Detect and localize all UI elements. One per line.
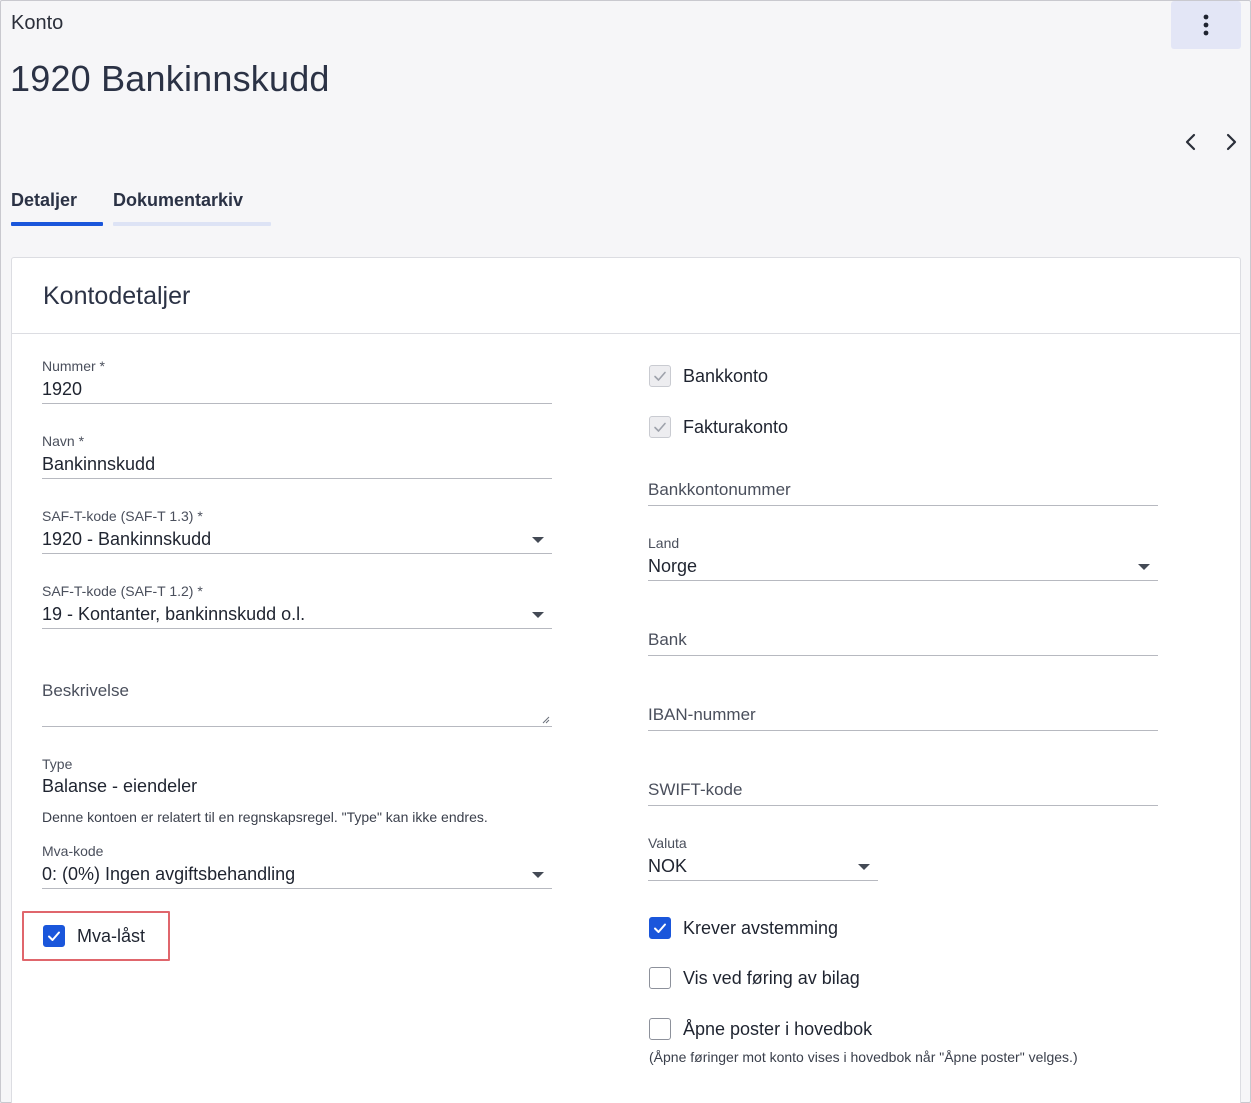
beskrivelse-placeholder: Beskrivelse [42,681,129,700]
mva-kode-value[interactable]: 0: (0%) Ingen avgiftsbehandling [42,864,295,885]
mva-last-checkbox[interactable]: Mva-låst [43,925,145,947]
card-title: Kontodetaljer [43,282,191,310]
kebab-vertical-icon [1203,14,1209,36]
check-icon [654,923,666,933]
bankkonto-label[interactable]: Bankkonto [683,366,768,387]
previous-button[interactable] [1179,130,1203,154]
apne-poster-note: (Åpne føringer mot konto vises i hovedbo… [649,1049,1078,1065]
navn-field[interactable]: Navn * Bankinnskudd [42,430,552,479]
krever-avstemming-label[interactable]: Krever avstemming [683,918,838,939]
mva-kode-label: Mva-kode [42,843,104,859]
checkbox-box[interactable] [649,416,671,438]
apne-poster-checkbox[interactable]: Åpne poster i hovedbok [649,1018,872,1040]
caret-down-icon[interactable] [532,612,544,618]
valuta-select[interactable]: Valuta NOK [648,832,878,881]
checkbox-box[interactable] [43,925,65,947]
chevron-right-icon [1226,133,1237,151]
check-icon [48,931,60,941]
mva-last-label[interactable]: Mva-låst [77,926,145,947]
bankkontonummer-field[interactable]: Bankkontonummer [648,476,1158,506]
caret-down-icon[interactable] [532,537,544,543]
valuta-label: Valuta [648,835,687,851]
navn-value[interactable]: Bankinnskudd [42,454,155,475]
resize-handle-icon[interactable] [542,716,550,724]
tab-detaljer[interactable]: Detaljer [11,190,77,211]
iban-placeholder: IBAN-nummer [648,705,756,724]
type-value: Balanse - eiendeler [42,776,198,796]
nummer-field[interactable]: Nummer * 1920 [42,355,552,404]
checkbox-box[interactable] [649,1018,671,1040]
check-icon [654,422,666,432]
krever-avstemming-checkbox[interactable]: Krever avstemming [649,917,838,939]
valuta-value[interactable]: NOK [648,856,687,877]
checkbox-box[interactable] [649,967,671,989]
caret-down-icon[interactable] [858,864,870,870]
fakturakonto-checkbox[interactable]: Fakturakonto [649,416,788,438]
page-title: 1920 Bankinnskudd [10,58,330,99]
check-icon [654,371,666,381]
tab-dokumentarkiv-underline [113,222,271,226]
saft12-label: SAF-T-kode (SAF-T 1.2) * [42,583,203,599]
tab-dokumentarkiv[interactable]: Dokumentarkiv [113,190,243,211]
swift-field[interactable]: SWIFT-kode [648,776,1158,806]
nummer-value[interactable]: 1920 [42,379,82,400]
nummer-label: Nummer * [42,358,106,374]
caret-down-icon[interactable] [532,872,544,878]
land-select[interactable]: Land Norge [648,532,1158,581]
more-options-button[interactable] [1171,1,1241,49]
land-value[interactable]: Norge [648,556,697,577]
type-note: Denne kontoen er relatert til en regnska… [42,809,488,825]
chevron-left-icon [1185,133,1196,151]
breadcrumb[interactable]: Konto [11,12,63,35]
saft12-select[interactable]: SAF-T-kode (SAF-T 1.2) * 19 - Kontanter,… [42,580,552,629]
card-divider [12,333,1240,334]
saft13-label: SAF-T-kode (SAF-T 1.3) * [42,508,203,524]
apne-poster-label[interactable]: Åpne poster i hovedbok [683,1019,872,1040]
checkbox-box[interactable] [649,917,671,939]
vis-ved-foring-label[interactable]: Vis ved føring av bilag [683,968,860,989]
next-button[interactable] [1219,130,1243,154]
navn-label: Navn * [42,433,85,449]
bankkontonummer-placeholder: Bankkontonummer [648,480,791,499]
swift-placeholder: SWIFT-kode [648,780,743,799]
type-label: Type [42,756,73,772]
vis-ved-foring-checkbox[interactable]: Vis ved føring av bilag [649,967,860,989]
land-label: Land [648,535,680,551]
tab-detaljer-underline [11,222,103,226]
beskrivelse-textarea[interactable]: Beskrivelse [42,676,552,727]
saft13-select[interactable]: SAF-T-kode (SAF-T 1.3) * 1920 - Bankinns… [42,505,552,554]
mva-kode-select[interactable]: Mva-kode 0: (0%) Ingen avgiftsbehandling [42,840,552,889]
iban-field[interactable]: IBAN-nummer [648,701,1158,731]
saft13-value[interactable]: 1920 - Bankinnskudd [42,529,211,550]
bankkonto-checkbox[interactable]: Bankkonto [649,365,768,387]
saft12-value[interactable]: 19 - Kontanter, bankinnskudd o.l. [42,604,305,625]
fakturakonto-label[interactable]: Fakturakonto [683,417,788,438]
checkbox-box[interactable] [649,365,671,387]
bank-placeholder: Bank [648,630,687,649]
bank-field[interactable]: Bank [648,626,1158,656]
caret-down-icon[interactable] [1138,564,1150,570]
